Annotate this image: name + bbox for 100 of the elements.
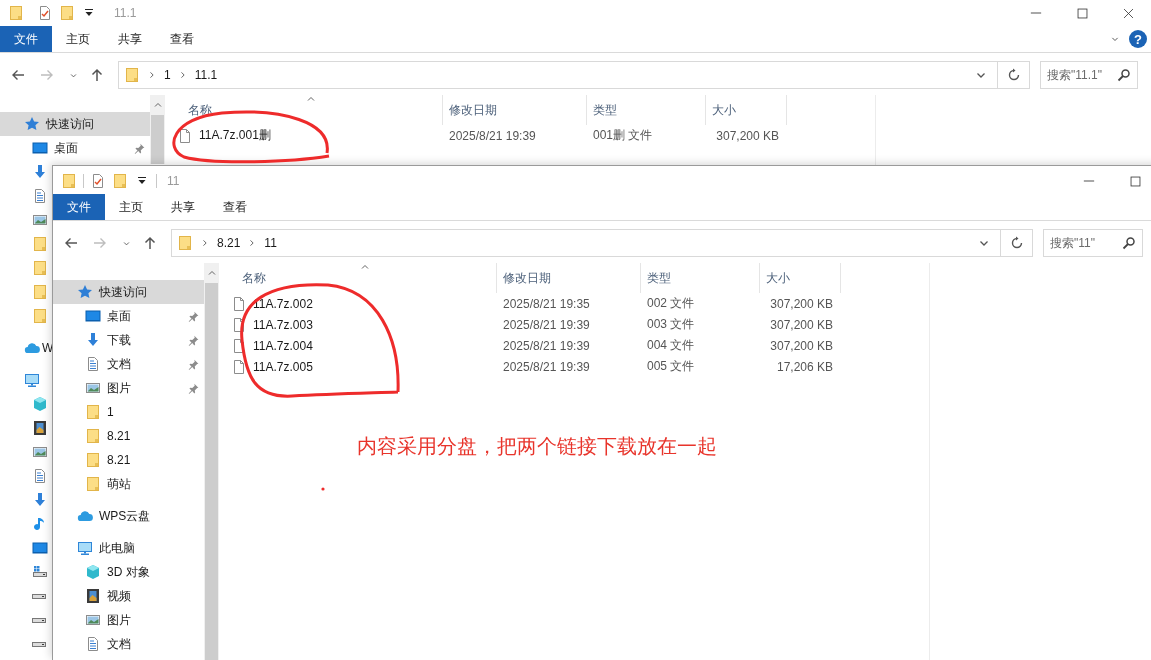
- down-arrow-icon: [32, 492, 48, 508]
- cloud-icon: [77, 508, 93, 524]
- breadcrumb[interactable]: 8.21: [217, 236, 241, 250]
- picture-icon: [32, 444, 48, 460]
- checklist-icon: [90, 173, 106, 189]
- pin-icon: [187, 309, 200, 323]
- nav-item[interactable]: 文档: [53, 352, 204, 376]
- search-field[interactable]: 搜索"11": [1043, 229, 1143, 257]
- file-type: 002 文件: [646, 295, 696, 312]
- folder-icon: [177, 235, 193, 251]
- star-icon: [77, 284, 93, 300]
- address-bar[interactable]: 8.21 11: [171, 229, 1001, 257]
- cube-icon: [32, 396, 48, 412]
- ribbon-tab[interactable]: 文件: [53, 194, 105, 220]
- star-icon: [24, 116, 40, 132]
- folder-icon: [112, 173, 128, 189]
- column-header[interactable]: 名称: [219, 263, 497, 293]
- nav-item[interactable]: 8.21: [53, 448, 204, 472]
- ribbon-tab[interactable]: 主页: [52, 26, 104, 52]
- file-size: 307,200 KB: [769, 296, 834, 311]
- file-icon: [231, 316, 247, 333]
- desktop-icon: [32, 140, 48, 156]
- nav-item[interactable]: 此电脑: [53, 536, 204, 560]
- file-icon: [177, 127, 193, 144]
- file-name[interactable]: 11A.7z.002: [253, 296, 313, 311]
- nav-item[interactable]: 桌面: [0, 136, 150, 160]
- scrollbar[interactable]: [204, 263, 219, 660]
- ribbon-tab[interactable]: 共享: [104, 26, 156, 52]
- drive-icon: [32, 641, 46, 647]
- nav-item[interactable]: 桌面: [53, 304, 204, 328]
- maximize-icon: [1128, 174, 1142, 188]
- modified-date: 2025/8/21 19:39: [502, 359, 591, 374]
- up-arrow-icon: [142, 235, 158, 251]
- address-bar[interactable]: 1 11.1: [118, 61, 998, 89]
- ribbon-tab[interactable]: 查看: [156, 26, 208, 52]
- document-icon: [32, 188, 48, 204]
- file-name[interactable]: 11A.7z.001删: [199, 127, 271, 144]
- nav-item[interactable]: 3D 对象: [53, 560, 204, 584]
- nav-item[interactable]: 下载: [53, 328, 204, 352]
- search-icon: [1121, 235, 1137, 251]
- nav-item[interactable]: 快速访问: [53, 280, 204, 304]
- file-type: 005 文件: [646, 358, 696, 375]
- nav-item[interactable]: 文档: [53, 632, 204, 656]
- folder-icon: [32, 236, 48, 252]
- maximize-icon: [1075, 6, 1089, 20]
- file-name[interactable]: 11A.7z.004: [253, 338, 313, 353]
- help-button[interactable]: ?: [1129, 30, 1147, 48]
- checklist-icon: [37, 5, 53, 21]
- down-arrow-icon: [85, 332, 101, 348]
- file-icon: [231, 295, 247, 312]
- breadcrumb[interactable]: 1: [164, 68, 171, 82]
- nav-item[interactable]: 8.21: [53, 424, 204, 448]
- pin-icon: [187, 357, 200, 371]
- film-icon: [32, 420, 48, 436]
- nav-item[interactable]: 快速访问: [0, 112, 150, 136]
- folder-icon: [32, 308, 48, 324]
- nav-item[interactable]: WPS云盘: [53, 504, 204, 528]
- picture-icon: [32, 212, 48, 228]
- file-size: 307,200 KB: [769, 338, 834, 353]
- breadcrumb[interactable]: 11: [264, 236, 277, 250]
- nav-item[interactable]: 图片: [53, 608, 204, 632]
- file-type: 003 文件: [646, 316, 696, 333]
- search-field[interactable]: 搜索"11.1": [1040, 61, 1138, 89]
- column-header[interactable]: 类型: [587, 95, 706, 125]
- annotation-note: 内容采用分盘，把两个链接下载放在一起: [357, 434, 717, 459]
- modified-date: 2025/8/21 19:39: [502, 338, 591, 353]
- modified-date: 2025/8/21 19:39: [502, 317, 591, 332]
- computer-icon: [77, 540, 93, 556]
- folder-icon: [85, 476, 101, 492]
- ribbon-tab[interactable]: 主页: [105, 194, 157, 220]
- scrollbar-thumb[interactable]: [151, 115, 164, 164]
- scrollbar[interactable]: [150, 95, 165, 164]
- ribbon-tab[interactable]: 共享: [157, 194, 209, 220]
- file-type: 004 文件: [646, 337, 696, 354]
- ribbon-tab[interactable]: 查看: [209, 194, 261, 220]
- folder-icon: [32, 284, 48, 300]
- computer-icon: [24, 372, 40, 388]
- scrollbar-thumb[interactable]: [205, 283, 218, 660]
- nav-item[interactable]: 视频: [53, 584, 204, 608]
- file-name[interactable]: 11A.7z.003: [253, 317, 313, 332]
- pin-icon: [187, 381, 200, 395]
- nav-item[interactable]: 1: [53, 400, 204, 424]
- column-header[interactable]: 类型: [641, 263, 760, 293]
- folder-icon: [85, 428, 101, 444]
- file-type: 001删 文件: [592, 127, 654, 144]
- breadcrumb[interactable]: 11.1: [194, 68, 218, 82]
- file-name[interactable]: 11A.7z.005: [253, 359, 313, 374]
- refresh-button[interactable]: [998, 61, 1030, 89]
- window-title: 11: [167, 174, 180, 188]
- refresh-button[interactable]: [1001, 229, 1033, 257]
- column-header[interactable]: 修改日期: [443, 95, 587, 125]
- ribbon-tab[interactable]: 文件: [0, 26, 52, 52]
- column-header[interactable]: 修改日期: [497, 263, 641, 293]
- desktop-icon: [32, 540, 48, 556]
- column-header[interactable]: 大小: [760, 263, 841, 293]
- nav-item[interactable]: 萌站: [53, 472, 204, 496]
- nav-item[interactable]: 图片: [53, 376, 204, 400]
- column-header[interactable]: 大小: [706, 95, 787, 125]
- minimize-icon: [1030, 12, 1042, 14]
- search-icon: [1116, 67, 1132, 83]
